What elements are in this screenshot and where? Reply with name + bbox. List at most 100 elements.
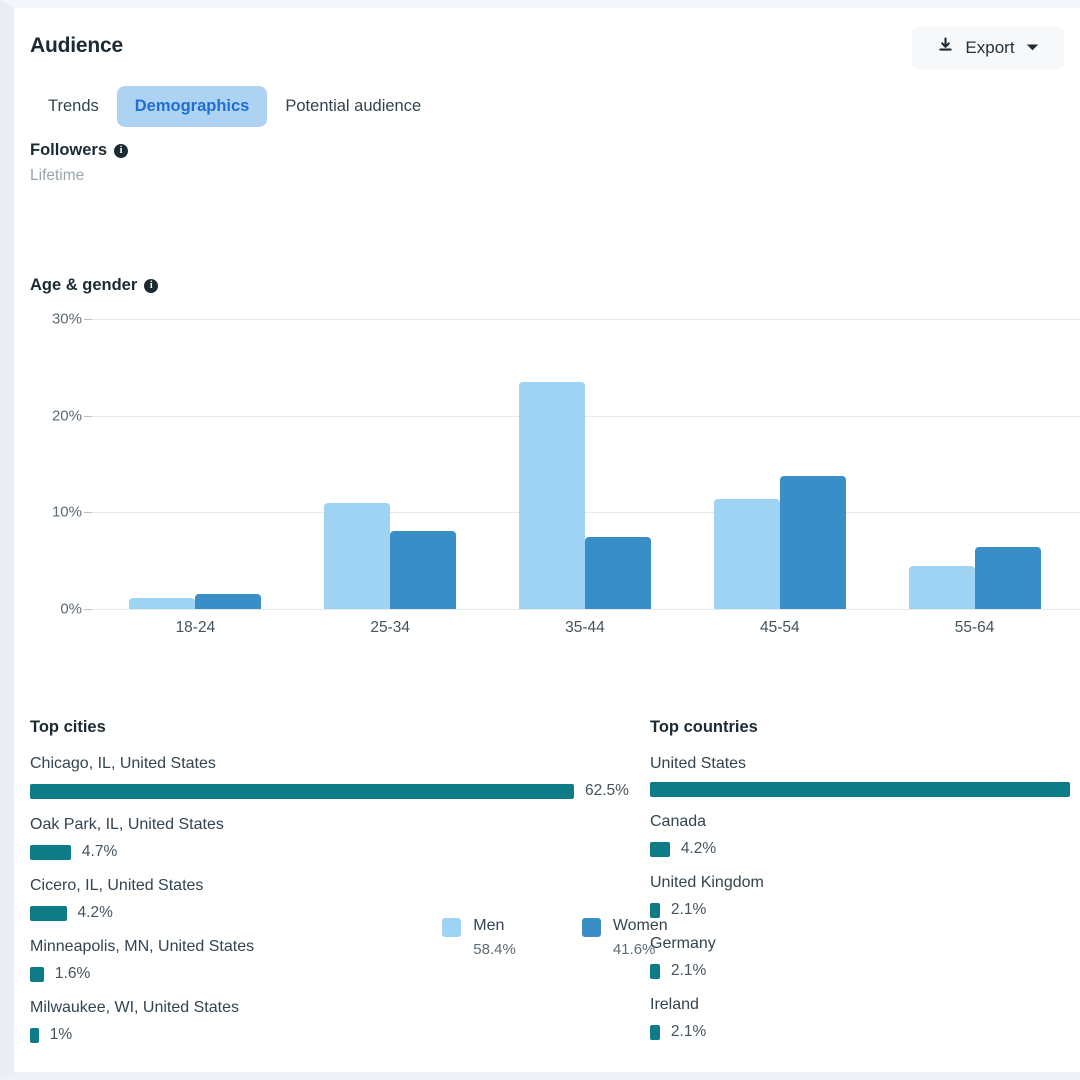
bar-35-44-women[interactable]	[584, 536, 651, 609]
city-name: Chicago, IL, United States	[30, 755, 216, 772]
bar-55-64-women[interactable]	[974, 547, 1041, 609]
tab-demographics[interactable]: Demographics	[116, 86, 268, 127]
export-button[interactable]: Export	[912, 27, 1064, 69]
city-bar	[30, 905, 67, 921]
bar-row	[650, 782, 1080, 797]
export-label: Export	[965, 38, 1015, 57]
age-gender-chart: 30% 20% 10% 0% 18-24 25-34 35-44 45-54 55-64	[30, 311, 1080, 636]
bar-row: 2.1%	[650, 1023, 1080, 1041]
country-bar	[650, 1024, 660, 1040]
city-bar	[30, 966, 44, 982]
list-item: Cicero, IL, United States 4.2%	[30, 877, 650, 922]
y-axis-tick-0: 0%	[60, 600, 82, 618]
x-axis-label-55-64: 55-64	[954, 619, 995, 636]
bar-row: 2.1%	[650, 962, 1080, 980]
bar-18-24-men[interactable]	[129, 598, 196, 609]
download-icon	[937, 37, 954, 59]
bar-group	[682, 319, 877, 609]
followers-section: Followers i Lifetime	[30, 141, 129, 185]
country-value: 4.2%	[680, 840, 717, 857]
bar-25-34-women[interactable]	[390, 530, 457, 609]
list-item: Ireland 2.1%	[650, 996, 1080, 1041]
top-countries-title: Top countries	[650, 718, 758, 736]
info-icon[interactable]: i	[114, 143, 129, 158]
bar-45-54-women[interactable]	[779, 475, 846, 609]
y-axis-tick-10: 10%	[51, 503, 82, 521]
list-item: Oak Park, IL, United States 4.7%	[30, 816, 650, 861]
country-name: United Kingdom	[650, 874, 764, 891]
country-value: 2.1%	[670, 962, 707, 979]
city-value: 4.2%	[77, 904, 113, 921]
list-item: Canada 4.2%	[650, 813, 1080, 858]
y-axis-tick-mark	[84, 319, 92, 320]
tab-potential-audience[interactable]: Potential audience	[267, 86, 439, 127]
age-gender-section: Age & gender i 30% 20% 10% 0% 18-24 25-34 35-4…	[30, 276, 1080, 958]
y-axis-tick-30: 30%	[51, 310, 82, 328]
city-value: 1.6%	[54, 965, 91, 982]
city-name: Milwaukee, WI, United States	[30, 999, 239, 1016]
audience-page: Audience Export Trends Demographics Pote…	[0, 0, 1080, 1080]
tab-trends[interactable]: Trends	[30, 86, 117, 127]
city-bar	[30, 844, 71, 860]
bar-row: 2.1%	[650, 901, 1080, 919]
city-value: 1%	[49, 1026, 73, 1043]
top-countries-column: Top countries United States Canada 4.2% Uni…	[650, 718, 1080, 1060]
age-gender-heading: Age & gender i	[30, 276, 1080, 295]
bar-35-44-men[interactable]	[518, 381, 585, 609]
country-bar	[650, 902, 660, 918]
bar-group	[488, 319, 683, 609]
bar-row: 4.2%	[30, 904, 650, 922]
country-value: 2.1%	[670, 901, 707, 918]
top-cities-column: Top cities Chicago, IL, United States 62.…	[30, 718, 650, 1060]
bar-45-54-men[interactable]	[713, 498, 780, 609]
chevron-down-icon	[1026, 39, 1039, 57]
followers-subtitle: Lifetime	[30, 167, 85, 184]
city-value: 62.5%	[585, 782, 629, 799]
city-name: Minneapolis, MN, United States	[30, 938, 255, 955]
city-value: 4.7%	[81, 843, 118, 860]
age-gender-label: Age & gender	[30, 276, 138, 294]
bar-row: 1%	[30, 1026, 650, 1044]
top-cities-list: Chicago, IL, United States 62.5% Oak Park,…	[30, 755, 650, 1044]
followers-heading: Followers i	[30, 141, 129, 160]
y-axis-tick-mark	[84, 609, 92, 610]
city-bar	[30, 783, 574, 799]
country-name: Canada	[650, 813, 707, 830]
country-bar	[650, 963, 660, 979]
lists-section: Top cities Chicago, IL, United States 62.…	[30, 718, 1080, 1060]
city-name: Cicero, IL, United States	[30, 877, 204, 894]
x-axis-label-25-34: 25-34	[370, 619, 411, 636]
country-name: Ireland	[650, 996, 699, 1013]
list-item: Germany 2.1%	[650, 935, 1080, 980]
top-cities-title: Top cities	[30, 718, 106, 736]
page-title: Audience	[30, 34, 123, 57]
x-axis-label-45-54: 45-54	[759, 619, 800, 636]
bar-55-64-men[interactable]	[908, 565, 975, 609]
list-item: Chicago, IL, United States 62.5%	[30, 755, 650, 800]
country-value: 2.1%	[670, 1023, 707, 1040]
y-axis-tick-mark	[84, 512, 92, 514]
bar-row: 4.2%	[650, 840, 1080, 858]
bar-group	[98, 319, 293, 609]
bar-row: 62.5%	[30, 782, 650, 800]
followers-label: Followers	[30, 141, 108, 159]
info-icon[interactable]: i	[144, 278, 159, 293]
list-item: Milwaukee, WI, United States 1%	[30, 999, 650, 1044]
city-bar	[30, 1027, 39, 1043]
country-name: Germany	[650, 935, 716, 952]
bar-group	[293, 319, 488, 609]
tab-bar: Trends Demographics Potential audience	[30, 86, 439, 127]
page-inner: Audience Export Trends Demographics Pote…	[14, 8, 1080, 1072]
list-item: Minneapolis, MN, United States 1.6%	[30, 938, 650, 983]
bar-row: 1.6%	[30, 965, 650, 983]
city-name: Oak Park, IL, United States	[30, 816, 224, 833]
bar-25-34-men[interactable]	[324, 502, 391, 609]
page-header: Audience Export	[30, 24, 1080, 82]
y-axis-tick-20: 20%	[51, 407, 82, 425]
list-item: United States	[650, 755, 1080, 797]
bar-18-24-women[interactable]	[195, 593, 262, 609]
bar-row: 4.7%	[30, 843, 650, 861]
gridline	[90, 609, 1080, 610]
bar-group	[877, 319, 1072, 609]
list-item: United Kingdom 2.1%	[650, 874, 1080, 919]
